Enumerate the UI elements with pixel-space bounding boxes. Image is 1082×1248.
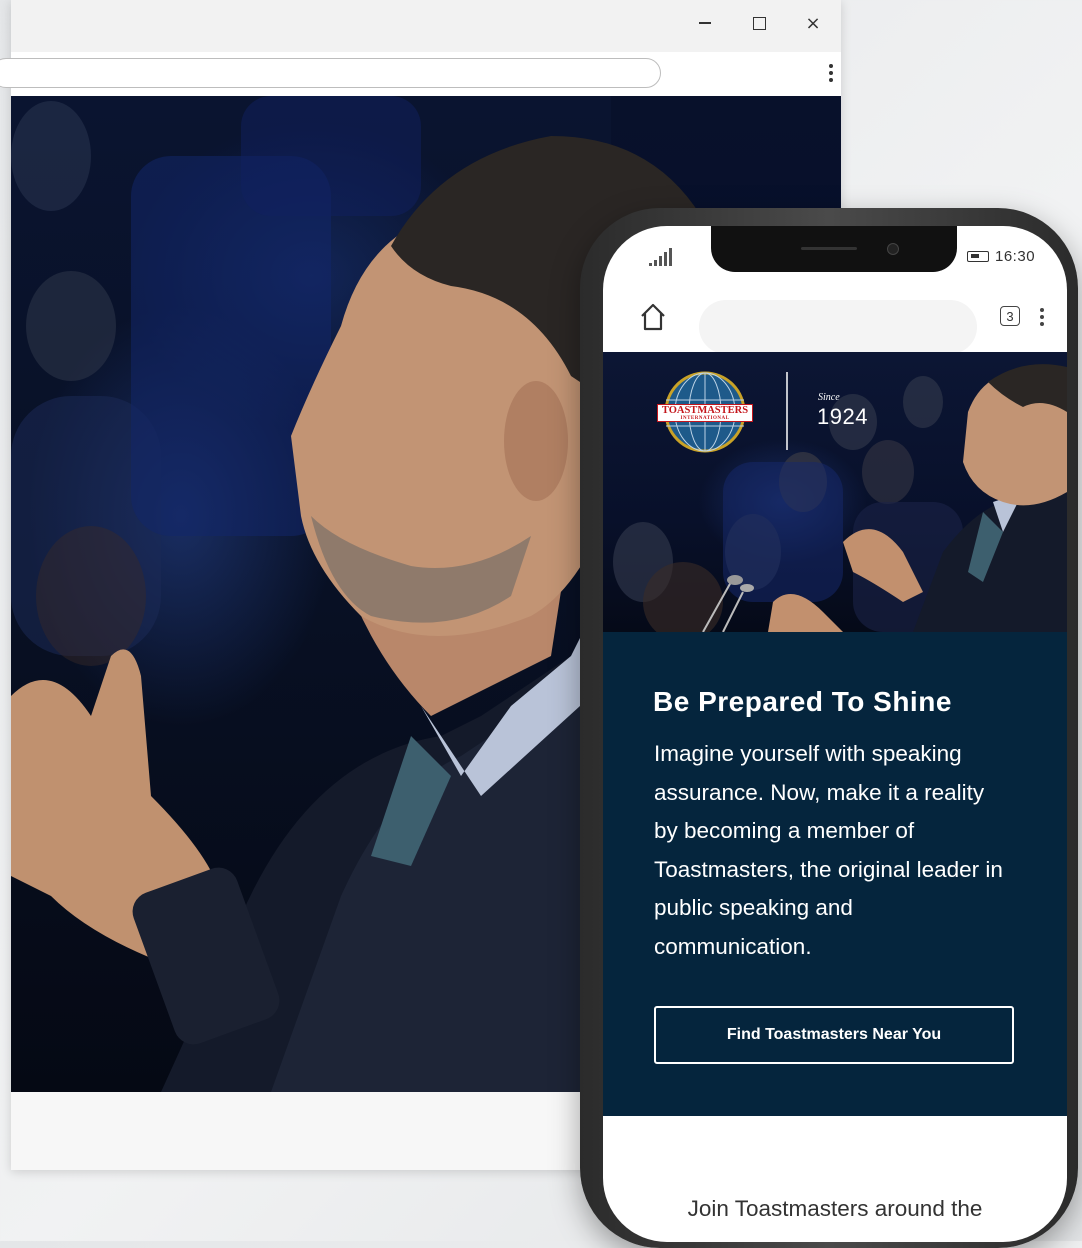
status-time: 16:30 (995, 248, 1036, 265)
address-bar[interactable] (0, 58, 661, 88)
minimize-icon[interactable] (691, 10, 719, 36)
kebab-menu-icon[interactable] (825, 60, 837, 86)
promo-headline: Be Prepared To Shine (653, 686, 952, 717)
phone-screen: 16:30 3 TOASTMASTERS INTERNATIONAL Since… (603, 226, 1067, 1242)
logo-text: TOASTMASTERS (661, 405, 749, 416)
home-icon[interactable] (639, 302, 667, 332)
hero-divider (786, 372, 788, 450)
maximize-icon[interactable] (745, 10, 773, 36)
join-heading-text: Join Toastmasters around the (687, 1196, 983, 1221)
mobile-hero-image: TOASTMASTERS INTERNATIONAL Since 1924 (603, 352, 1067, 632)
close-icon[interactable]: × (799, 10, 827, 36)
promo-body-text: Imagine yourself with speaking assurance… (654, 741, 1003, 959)
kebab-menu-icon[interactable] (1037, 304, 1047, 330)
mobile-phone-frame: 16:30 3 TOASTMASTERS INTERNATIONAL Since… (580, 208, 1078, 1248)
promo-card: Be Prepared To Shine Imagine yourself wi… (603, 632, 1067, 1116)
front-camera (887, 243, 899, 255)
signal-bars-icon (649, 248, 672, 266)
window-titlebar: × (11, 0, 841, 52)
mobile-browser-toolbar: 3 (603, 288, 1067, 354)
mobile-address-bar[interactable] (699, 300, 977, 354)
find-toastmasters-button[interactable]: Find Toastmasters Near You (654, 1006, 1014, 1064)
logo-subtext: INTERNATIONAL (680, 416, 730, 421)
phone-notch (711, 226, 957, 272)
since-label: Since (818, 392, 840, 403)
speaker-grill (801, 247, 857, 250)
founding-year: 1924 (817, 404, 868, 429)
tab-count-button[interactable]: 3 (1000, 306, 1020, 326)
logo-wordmark: TOASTMASTERS INTERNATIONAL (657, 404, 753, 422)
toastmasters-logo[interactable]: TOASTMASTERS INTERNATIONAL (655, 370, 755, 454)
battery-icon (967, 251, 989, 262)
browser-toolbar (0, 52, 841, 96)
